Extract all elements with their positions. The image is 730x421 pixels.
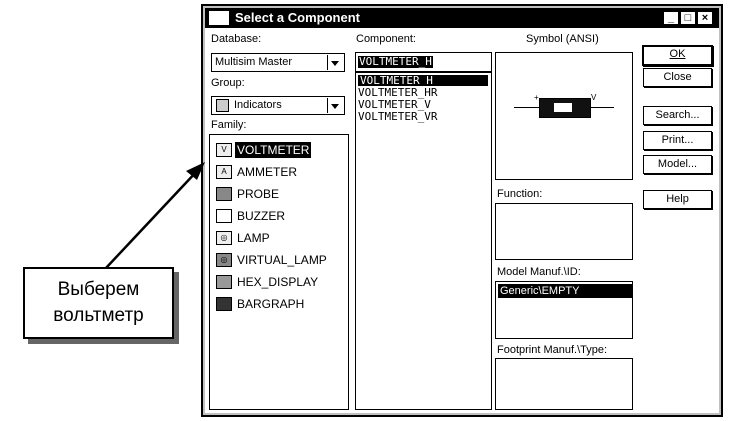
callout-line-1: Выберем bbox=[57, 279, 140, 300]
pointer-arrow bbox=[105, 162, 205, 269]
callout-box: Выберем вольтметр bbox=[23, 267, 174, 339]
callout-line-2: вольтметр bbox=[53, 305, 144, 326]
